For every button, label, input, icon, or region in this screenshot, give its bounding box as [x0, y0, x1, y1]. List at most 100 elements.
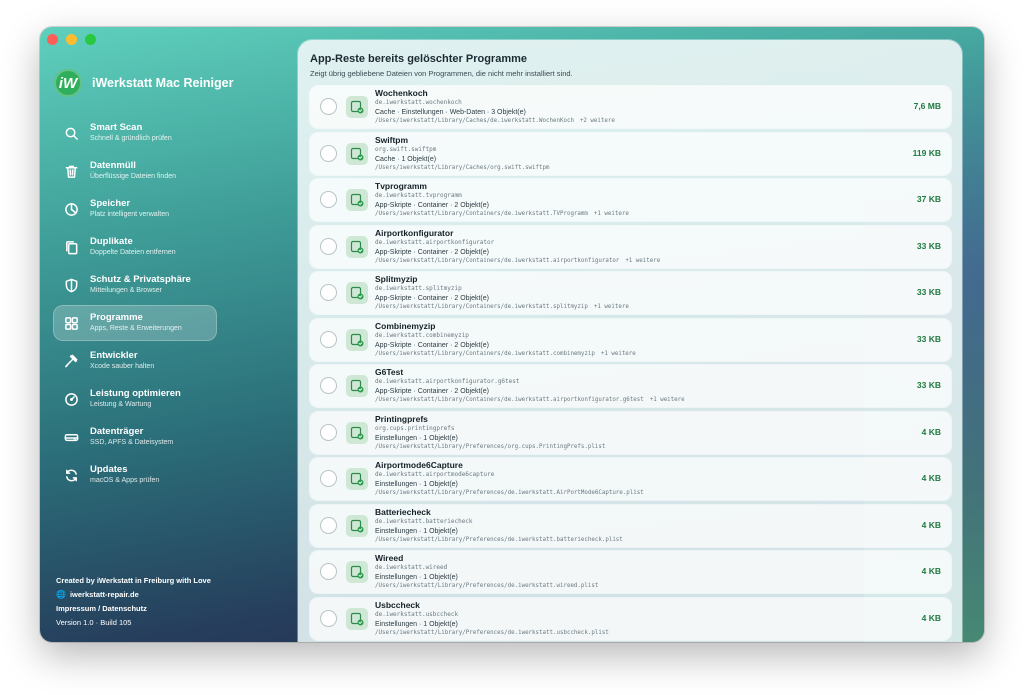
sidebar-item-subtitle: Mitteilungen & Browser — [90, 286, 162, 294]
sidebar-item-subtitle: Überflüssige Dateien finden — [90, 172, 176, 180]
item-path-line: /Users/iwerkstatt/Library/Containers/de.… — [375, 257, 661, 267]
sidebar-item-title: Datenmüll — [90, 160, 136, 172]
item-name: Swiftpm — [375, 134, 409, 145]
list-item[interactable]: Swiftpm org.swift.swiftpm Cache · 1 Obje… — [310, 132, 951, 175]
minimize-window-button[interactable] — [66, 34, 77, 45]
item-bundle-id: de.iwerkstatt.combinemyzip — [375, 331, 469, 339]
item-path: /Users/iwerkstatt/Library/Containers/de.… — [375, 350, 595, 357]
item-name: Batteriecheck — [375, 506, 431, 517]
close-window-button[interactable] — [47, 34, 58, 45]
sidebar-item-schutz[interactable]: Schutz & Privatsphäre Mitteilungen & Brow… — [53, 267, 217, 303]
list-item[interactable]: Splitmyzip de.iwerkstatt.splitmyzip App-… — [310, 272, 951, 314]
sidebar-item-subtitle: Schnell & gründlich prüfen — [90, 134, 172, 142]
item-size: 33 KB — [916, 287, 941, 297]
item-name: Wireed — [375, 553, 404, 563]
select-checkbox[interactable] — [320, 98, 337, 115]
list-item[interactable]: Usbccheck de.iwerkstatt.usbccheck Einste… — [310, 597, 951, 640]
item-texts: Combinemyzip de.iwerkstatt.combinemyzip … — [375, 321, 636, 360]
item-path-line: /Users/iwerkstatt/Library/Caches/de.iwer… — [375, 118, 615, 127]
list-item[interactable]: Combinemyzip de.iwerkstatt.combinemyzip … — [310, 318, 951, 361]
app-document-icon — [346, 514, 368, 537]
select-checkbox[interactable] — [320, 144, 337, 162]
app-document-icon — [346, 468, 368, 490]
item-bundle-id: de.iwerkstatt.airportkonfigurator — [375, 238, 495, 246]
app-document-icon — [346, 421, 368, 444]
maximize-window-button[interactable] — [85, 34, 96, 45]
item-texts: Swiftpm org.swift.swiftpm Cache · 1 Obje… — [375, 134, 556, 174]
item-more: +1 weitere — [593, 304, 629, 310]
item-categories: Cache · Einstellungen · Web-Daten · 3 Ob… — [375, 109, 526, 116]
sidebar-item-entwickler[interactable]: Entwickler Xcode sauber halten — [53, 343, 217, 379]
list-item[interactable]: Tvprogramm de.iwerkstatt.tvprogramm App-… — [310, 179, 951, 221]
item-categories: Cache · 1 Objekt(e) — [375, 155, 437, 163]
hammer-icon — [63, 353, 79, 369]
app-title: iWerkstatt Mac Reiniger — [92, 76, 234, 90]
list-item[interactable]: Wireed de.iwerkstatt.wireed Einstellunge… — [310, 551, 951, 593]
sidebar-item-datenmuell[interactable]: Datenmüll Überflüssige Dateien finden — [53, 153, 217, 189]
sidebar-item-subtitle: Leistung & Wartung — [90, 400, 152, 408]
item-size: 33 KB — [916, 240, 941, 251]
sidebar-item-updates[interactable]: Updates macOS & Apps prüfen — [53, 457, 217, 493]
sidebar-item-smart-scan[interactable]: Smart Scan Schnell & gründlich prüfen — [53, 115, 217, 151]
sidebar-item-title: Updates — [90, 464, 128, 476]
select-checkbox[interactable] — [320, 563, 337, 580]
select-checkbox[interactable] — [320, 330, 337, 348]
item-path: /Users/iwerkstatt/Library/Caches/org.swi… — [375, 164, 550, 171]
item-path: /Users/iwerkstatt/Library/Caches/de.iwer… — [375, 118, 574, 124]
website-link[interactable]: 🌐 iwerkstatt-repair.de — [56, 588, 211, 602]
duplicate-icon — [63, 239, 79, 255]
item-categories: Einstellungen · 1 Objekt(e) — [375, 527, 458, 535]
gauge-icon — [63, 391, 79, 407]
legal-link[interactable]: Impressum / Datenschutz — [56, 602, 211, 616]
sidebar-item-speicher[interactable]: Speicher Platz intelligent verwalten — [53, 191, 217, 227]
sidebar-footer: Created by iWerkstatt in Freiburg with L… — [56, 574, 211, 630]
item-texts: Airportkonfigurator de.iwerkstatt.airpor… — [375, 227, 661, 267]
sidebar-item-subtitle: Platz intelligent verwalten — [90, 210, 169, 218]
list-item[interactable]: Printingprefs org.cups.printingprefs Ein… — [310, 411, 951, 454]
sidebar-nav: Smart Scan Schnell & gründlich prüfen Dat… — [53, 115, 217, 495]
item-texts: Wochenkoch de.iwerkstatt.wochenkoch Cach… — [375, 89, 615, 127]
select-checkbox[interactable] — [320, 470, 337, 487]
list-item[interactable]: Wochenkoch de.iwerkstatt.wochenkoch Cach… — [310, 86, 951, 128]
item-path-line: /Users/iwerkstatt/Library/Preferences/or… — [375, 444, 611, 453]
list-item[interactable]: Airportkonfigurator de.iwerkstatt.airpor… — [310, 225, 951, 268]
item-categories: App-Skripte · Container · 2 Objekt(e) — [375, 388, 489, 395]
select-checkbox[interactable] — [320, 609, 337, 627]
select-checkbox[interactable] — [320, 284, 337, 301]
item-more: +1 weitere — [625, 257, 661, 264]
item-categories: Einstellungen · 1 Objekt(e) — [375, 481, 458, 488]
item-texts: Tvprogramm de.iwerkstatt.tvprogramm App-… — [375, 182, 629, 220]
item-path-line: /Users/iwerkstatt/Library/Containers/de.… — [375, 350, 636, 360]
item-bundle-id: de.iwerkstatt.usbccheck — [375, 610, 459, 618]
item-path: /Users/iwerkstatt/Library/Containers/de.… — [375, 304, 588, 310]
item-texts: Airportmode6Capture de.iwerkstatt.airpor… — [375, 461, 650, 499]
select-checkbox[interactable] — [320, 191, 337, 208]
item-name: Airportkonfigurator — [375, 227, 454, 238]
select-checkbox[interactable] — [320, 516, 337, 534]
item-size: 33 KB — [916, 333, 941, 344]
sidebar-item-datentraeger[interactable]: Datenträger SSD, APFS & Dateisystem — [53, 419, 217, 455]
item-more: +1 weitere — [649, 397, 685, 403]
credit-text: Created by iWerkstatt in Freiburg with L… — [56, 576, 211, 586]
list-item[interactable]: Batteriecheck de.iwerkstatt.batteriechec… — [310, 504, 951, 547]
select-checkbox[interactable] — [320, 237, 337, 255]
item-bundle-id: de.iwerkstatt.splitmyzip — [375, 285, 462, 292]
item-bundle-id: de.iwerkstatt.airportkonfigurator.g6test — [375, 378, 520, 385]
list-item[interactable]: G6Test de.iwerkstatt.airportkonfigurator… — [310, 365, 951, 407]
sidebar: iW iWerkstatt Mac Reiniger Smart Scan Sch… — [40, 27, 298, 642]
select-checkbox[interactable] — [320, 423, 337, 441]
sidebar-item-duplikate[interactable]: Duplikate Doppelte Dateien entfernen — [53, 229, 217, 265]
sidebar-item-title: Smart Scan — [90, 122, 143, 134]
sidebar-item-subtitle: SSD, APFS & Dateisystem — [90, 438, 174, 446]
item-bundle-id: org.swift.swiftpm — [375, 145, 437, 153]
grid-icon — [63, 315, 79, 331]
sidebar-item-leistung[interactable]: Leistung optimieren Leistung & Wartung — [53, 381, 217, 417]
item-name: Tvprogramm — [375, 181, 427, 191]
item-categories: App-Skripte · Container · 2 Objekt(e) — [375, 248, 489, 256]
item-texts: Usbccheck de.iwerkstatt.usbccheck Einste… — [375, 600, 615, 639]
list-item[interactable]: Airportmode6Capture de.iwerkstatt.airpor… — [310, 458, 951, 500]
item-size: 4 KB — [921, 426, 941, 437]
sidebar-item-programme[interactable]: Programme Apps, Reste & Erweiterungen — [53, 305, 217, 341]
select-checkbox[interactable] — [320, 377, 337, 394]
app-document-icon — [346, 235, 368, 258]
